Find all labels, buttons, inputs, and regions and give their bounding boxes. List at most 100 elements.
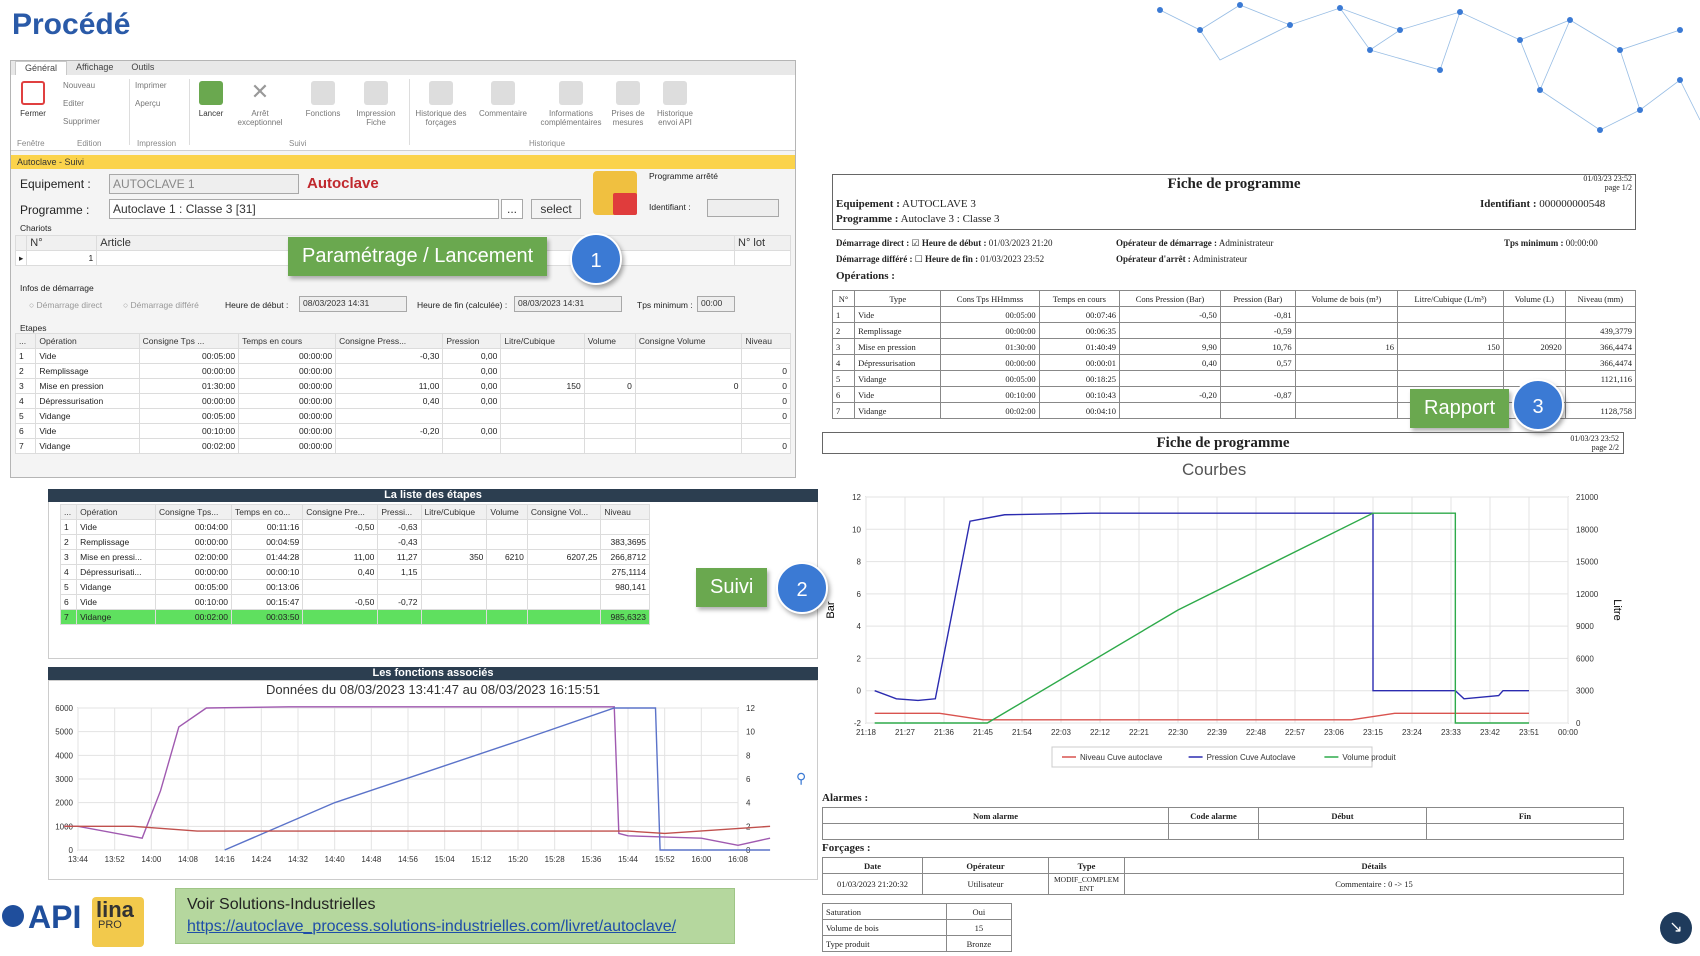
table-row[interactable]: 3 Mise en pression 01:30:00 00:00:00 11,00 0,… (14, 378, 791, 394)
column-header[interactable]: Litre/Cubique (420, 504, 488, 520)
table-row[interactable]: 6 Vide 00:10:00 00:15:47 -0,50 -0,72 (59, 594, 650, 610)
programme-status: Programme arrêté (649, 171, 718, 181)
imprimer-button[interactable]: Imprimer (135, 81, 167, 90)
table-row[interactable]: 5 Vidange 00:05:00 00:00:00 0 (14, 408, 791, 424)
lancer-button[interactable]: Lancer (193, 81, 229, 118)
informations-button[interactable]: Informations complémentaires (535, 81, 607, 127)
column-header[interactable]: Temps en co... (230, 504, 304, 520)
column-header[interactable]: Volume (L) (1502, 290, 1566, 307)
table-cell (302, 579, 379, 595)
programme-browse-button[interactable]: ... (501, 199, 523, 219)
x-tick-label: 15:36 (581, 855, 602, 864)
table-row[interactable]: 5 Vidange 00:05:00 00:13:06 980,141 (59, 579, 650, 595)
apercu-button[interactable]: Aperçu (135, 99, 160, 108)
solutions-link[interactable]: https://autoclave_process.solutions-indu… (187, 918, 676, 936)
column-header[interactable]: Type (854, 290, 942, 307)
table-row[interactable]: 4 Dépressurisation 00:00:00 00:00:00 0,40 0,0… (14, 393, 791, 409)
column-header[interactable]: Pression (Bar) (1219, 290, 1296, 307)
column-header[interactable]: N° (831, 290, 856, 307)
column-header[interactable]: Volume de bois (m³) (1294, 290, 1399, 307)
tab-outils[interactable]: Outils (122, 61, 163, 75)
table-row[interactable]: 7 Vidange 00:02:00 00:00:00 0 (14, 438, 791, 454)
column-header[interactable]: Cons Pression (Bar) (1119, 290, 1221, 307)
table-cell (486, 609, 528, 625)
identifiant-field[interactable] (707, 199, 779, 217)
prises-mesures-button[interactable]: Prises de mesures (607, 81, 649, 127)
column-header[interactable]: Opération (76, 504, 156, 520)
tab-general[interactable]: Général (15, 61, 68, 75)
column-header[interactable]: Pressi... (377, 504, 422, 520)
history-icon (429, 81, 453, 105)
column-header[interactable]: Temps en cours (238, 333, 337, 349)
column-header[interactable]: Consigne Vol... (526, 504, 602, 520)
impression-fiche-button[interactable]: Impression Fiche (353, 81, 399, 127)
alarm-col-nom: Nom alarme (822, 807, 1169, 824)
table-row[interactable]: 5 Vidange 00:05:00 00:18:25 1121,116 (831, 370, 1637, 387)
select-button[interactable]: select (531, 199, 581, 219)
commentaire-button[interactable]: Commentaire (475, 81, 531, 118)
column-header[interactable]: Consigne Tps... (154, 504, 232, 520)
nouveau-button[interactable]: Nouveau (63, 81, 95, 90)
arret-button[interactable]: ✕ Arrêt exceptionnel (235, 81, 285, 128)
column-header[interactable]: ... (59, 504, 78, 520)
editer-button[interactable]: Editer (63, 99, 84, 108)
table-cell (583, 393, 636, 409)
rapport-heure-debut-label: Heure de début : (921, 238, 987, 248)
column-header[interactable]: Consigne Press... (335, 333, 444, 349)
column-header[interactable]: Niveau (600, 504, 650, 520)
table-row[interactable]: 4 Dépressurisation 00:00:00 00:00:01 0,40 0,5… (831, 354, 1637, 371)
table-row[interactable]: 7 Vidange 00:02:00 00:03:50 985,6323 (59, 609, 650, 625)
heure-debut-field[interactable]: 08/03/2023 14:31 (299, 296, 407, 312)
table-row[interactable]: 3 Mise en pression 01:30:00 01:40:49 9,90 10,… (831, 338, 1637, 355)
table-row[interactable]: 1 Vide 00:04:00 00:11:16 -0,50 -0,63 (59, 519, 650, 535)
historique-forcages-button[interactable]: Historique des forçages (413, 81, 469, 127)
col-nlot[interactable]: N° lot (734, 235, 791, 251)
table-row[interactable]: 3 Mise en pressi... 02:00:00 01:44:28 11,00 1… (59, 549, 650, 565)
table-row[interactable]: 4 Dépressurisati... 00:00:00 00:00:10 0,40 1,… (59, 564, 650, 580)
column-header[interactable]: Niveau (mm) (1564, 290, 1637, 307)
tab-affichage[interactable]: Affichage (67, 61, 122, 75)
column-header[interactable]: Litre/Cubique (500, 333, 585, 349)
tps-min-field[interactable]: 00:00 (697, 296, 735, 312)
fermer-button[interactable]: Fermer (15, 81, 51, 118)
demarrage-direct-radio[interactable]: ○ Démarrage direct (29, 300, 102, 310)
arrow-down-right-icon[interactable]: ↘ (1660, 912, 1692, 944)
programme-select[interactable]: Autoclave 1 : Classe 3 [31] (109, 199, 499, 219)
demarrage-direct-label: Démarrage direct (36, 300, 103, 310)
column-header[interactable]: Litre/Cubique (L/m³) (1397, 290, 1504, 307)
heure-fin-field[interactable]: 08/03/2023 14:31 (514, 296, 622, 312)
equipement-select[interactable]: AUTOCLAVE 1 (109, 174, 299, 194)
fonctions-button[interactable]: Fonctions (303, 81, 343, 118)
rapport-tps-min-label: Tps minimum : (1504, 238, 1564, 248)
table-row[interactable]: 1 Vide 00:05:00 00:07:46 -0,50 -0,81 (831, 306, 1637, 323)
table-cell: 11,00 (335, 378, 444, 394)
column-header[interactable]: Volume (583, 333, 636, 349)
column-header[interactable]: Consigne Volume (634, 333, 743, 349)
column-header[interactable]: Temps en cours (1038, 290, 1121, 307)
supprimer-button[interactable]: Supprimer (63, 117, 100, 126)
table-row[interactable]: 2 Remplissage 00:00:00 00:06:35 -0,59 439,377… (831, 322, 1637, 339)
column-header[interactable]: Niveau (741, 333, 791, 349)
column-header[interactable]: ... (14, 333, 37, 349)
table-row[interactable]: 2 Remplissage 00:00:00 00:00:00 0,00 0 (14, 363, 791, 379)
col-numero[interactable]: N° (26, 235, 98, 251)
historique-api-button[interactable]: Historique envoi API (651, 81, 699, 127)
table-row[interactable]: 2 Remplissage 00:00:00 00:04:59 -0,43 383,369… (59, 534, 650, 550)
column-header[interactable]: Consigne Pre... (302, 504, 379, 520)
column-header[interactable]: Pression (442, 333, 502, 349)
table-row[interactable]: 1 Vide 00:05:00 00:00:00 -0,30 0,00 (14, 348, 791, 364)
demarrage-differe-radio[interactable]: ○ Démarrage différé (123, 300, 199, 310)
y2-tick-label: 3000 (1576, 687, 1594, 696)
etapes-table: ... Opération Consigne Tps ... Temps en cou… (14, 333, 791, 454)
table-row[interactable]: 6 Vide 00:10:00 00:00:00 -0,20 0,00 (14, 423, 791, 439)
column-header[interactable]: Opération (35, 333, 140, 349)
column-header[interactable]: Consigne Tps ... (138, 333, 240, 349)
zoom-icon[interactable]: ⚲ (796, 770, 806, 787)
column-header[interactable]: Volume (486, 504, 528, 520)
rapport-op-dem: Administrateur (1218, 238, 1274, 248)
column-header[interactable]: Cons Tps HHmmss (940, 290, 1040, 307)
heure-fin-label: Heure de fin (calculée) : (417, 300, 508, 310)
table-cell: Dépressurisation (854, 354, 942, 371)
table-cell: 00:00:00 (138, 393, 240, 409)
info-key: Volume de bois (822, 919, 947, 936)
